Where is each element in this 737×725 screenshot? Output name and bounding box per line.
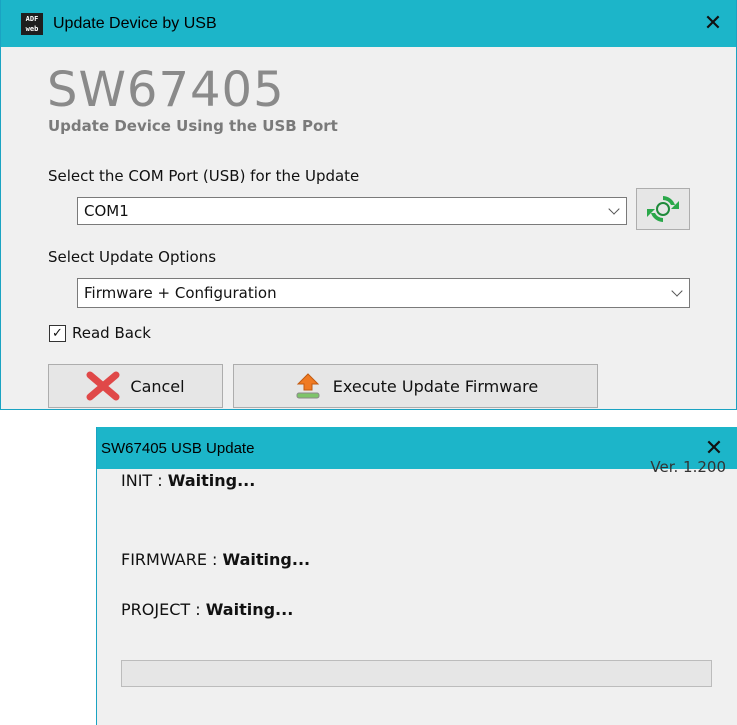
com-port-value: COM1 [84, 202, 129, 220]
close-icon: ✕ [704, 435, 724, 461]
cancel-label: Cancel [130, 376, 185, 396]
init-status: Waiting... [167, 471, 256, 490]
project-status: Waiting... [205, 600, 294, 619]
project-label: PROJECT : [121, 600, 206, 619]
refresh-ports-button[interactable] [636, 188, 690, 230]
project-status-line: PROJECT : Waiting... [121, 600, 293, 619]
progress-window-titlebar[interactable]: SW67405 USB Update ✕ [97, 427, 737, 469]
progress-window-title: SW67405 USB Update [101, 439, 255, 457]
update-device-window: ADF web Update Device by USB ✕ SW67405 U… [0, 0, 737, 410]
init-label: INIT : [121, 471, 168, 490]
firmware-status-line: FIRMWARE : Waiting... [121, 550, 310, 569]
close-button[interactable]: ✕ [690, 0, 736, 47]
window-titlebar[interactable]: ADF web Update Device by USB ✕ [1, 0, 736, 47]
app-logo-text-bottom: web [25, 24, 39, 33]
window-title: Update Device by USB [53, 14, 217, 32]
app-logo-icon: ADF web [21, 12, 43, 35]
cancel-x-icon [86, 371, 120, 401]
app-logo-text-top: ADF [25, 14, 39, 23]
update-options-value: Firmware + Configuration [84, 284, 277, 302]
update-options-select[interactable]: Firmware + Configuration [77, 278, 690, 308]
firmware-status: Waiting... [222, 550, 311, 569]
read-back-label[interactable]: Read Back [72, 324, 151, 342]
checkmark-icon: ✓ [52, 326, 63, 341]
version-label: Ver. 1.200 [650, 458, 726, 476]
read-back-checkbox[interactable]: ✓ [49, 325, 66, 342]
refresh-icon [647, 196, 679, 222]
chevron-down-icon [671, 285, 683, 297]
execute-label: Execute Update Firmware [332, 376, 539, 396]
update-progress-bar [121, 660, 712, 687]
page-subtitle: Update Device Using the USB Port [48, 117, 338, 135]
chevron-down-icon [608, 203, 620, 215]
execute-update-button[interactable]: Execute Update Firmware [233, 364, 598, 408]
com-port-select[interactable]: COM1 [77, 197, 627, 225]
page-title: SW67405 [47, 62, 285, 118]
init-status-line: INIT : Waiting... [121, 471, 255, 490]
com-port-label: Select the COM Port (USB) for the Update [48, 167, 360, 185]
firmware-label: FIRMWARE : [121, 550, 223, 569]
upload-icon [293, 371, 323, 401]
update-options-label: Select Update Options [48, 248, 217, 266]
close-icon: ✕ [703, 11, 723, 36]
cancel-button[interactable]: Cancel [48, 364, 223, 408]
